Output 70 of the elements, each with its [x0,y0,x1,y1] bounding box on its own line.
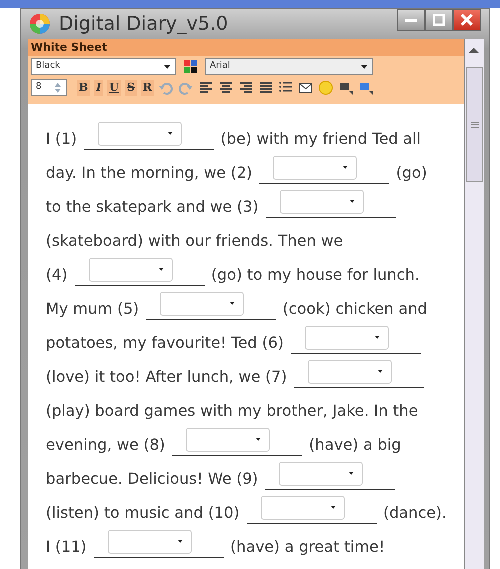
dropdown-field[interactable] [280,190,364,214]
scrollbar[interactable] [464,39,484,569]
caret-icon [361,64,368,68]
dropdown-field[interactable] [308,360,392,384]
dropdown-field[interactable] [108,530,192,554]
remove-format-button[interactable]: R [141,80,154,96]
align-center-icon[interactable] [218,80,234,96]
underline-button[interactable]: U [107,80,122,96]
dropdown-field[interactable] [304,326,389,350]
window-title: Digital Diary_v5.0 [59,12,230,37]
caret-icon [256,438,262,441]
align-left-icon[interactable] [198,80,214,96]
caret-icon [349,472,354,475]
dropdown-field[interactable] [88,258,173,282]
caret-icon [330,506,336,509]
close-button[interactable] [453,9,481,31]
sentence-text: (have) a big [309,436,402,454]
sentence-text: My mum (5) [46,300,140,318]
sentence-text: potatoes, my favourite! Ted (6) [46,334,284,352]
sentence-text: (dance). [383,504,447,522]
dropdown-field[interactable] [260,496,345,520]
dropdown-field[interactable] [279,462,364,486]
sentence-text: (play) board games with my brother, Jake. In the [46,402,418,420]
caret-icon [164,64,171,68]
dropdown-field[interactable] [186,428,270,452]
justify-icon[interactable] [258,80,274,96]
sentence-text: I (1) [46,130,78,148]
color-palette-icon[interactable] [184,60,197,73]
sentence-text: (love) it too! After lunch, we (7) [46,368,288,386]
sentence-text: to the skatepark and we (3) [46,198,259,216]
strike-button[interactable]: S [125,80,138,96]
dropdown-field[interactable] [98,122,182,146]
sentence-text: (skateboard) with our friends. Then we [46,232,344,250]
caret-icon [230,302,236,305]
caret-icon [168,132,173,135]
sentence-text: (be) with my friend Ted all [220,130,422,148]
italic-button[interactable]: I [94,80,104,96]
sentence-text: (cook) chicken and [282,300,428,318]
align-right-icon[interactable] [238,80,254,96]
sentence-text: (have) a great time! [230,538,386,556]
sentence-text: I (11) [46,538,87,556]
font-size-spinner[interactable]: 8 [31,79,67,96]
font-select[interactable]: Arial [205,58,373,75]
minimize-button[interactable] [397,9,425,31]
caret-icon [158,268,164,271]
dropdown-field[interactable] [273,156,358,180]
sheet-title: White Sheet [28,39,464,56]
caret-icon [350,200,355,203]
dropdown-field[interactable] [160,292,244,316]
caret-icon [343,166,348,169]
maximize-button[interactable] [425,9,453,31]
minimize-icon [405,18,417,22]
sentence-text: (listen) to music and (10) [46,504,240,522]
grip-icon [470,122,478,128]
caret-icon [378,370,384,373]
sentence-text: (4) [46,266,68,284]
sentence-text: evening, we (8) [46,436,166,454]
sentence-text: (go) [396,164,428,182]
sentence-text: day. In the morning, we (2) [46,164,253,182]
caret-icon [374,336,380,339]
sentence-text: barbecue. Delicious! We (9) [46,470,258,488]
color-select[interactable]: Black [31,58,176,75]
app-logo-icon [29,13,51,35]
spinner-arrows-icon [54,82,62,94]
close-icon [460,13,474,27]
maximize-icon [433,14,445,26]
caret-icon [178,540,183,543]
sentence-text: (go) to my house for lunch. [211,266,420,284]
bold-button[interactable]: B [77,80,90,96]
scroll-thumb[interactable] [466,67,483,182]
